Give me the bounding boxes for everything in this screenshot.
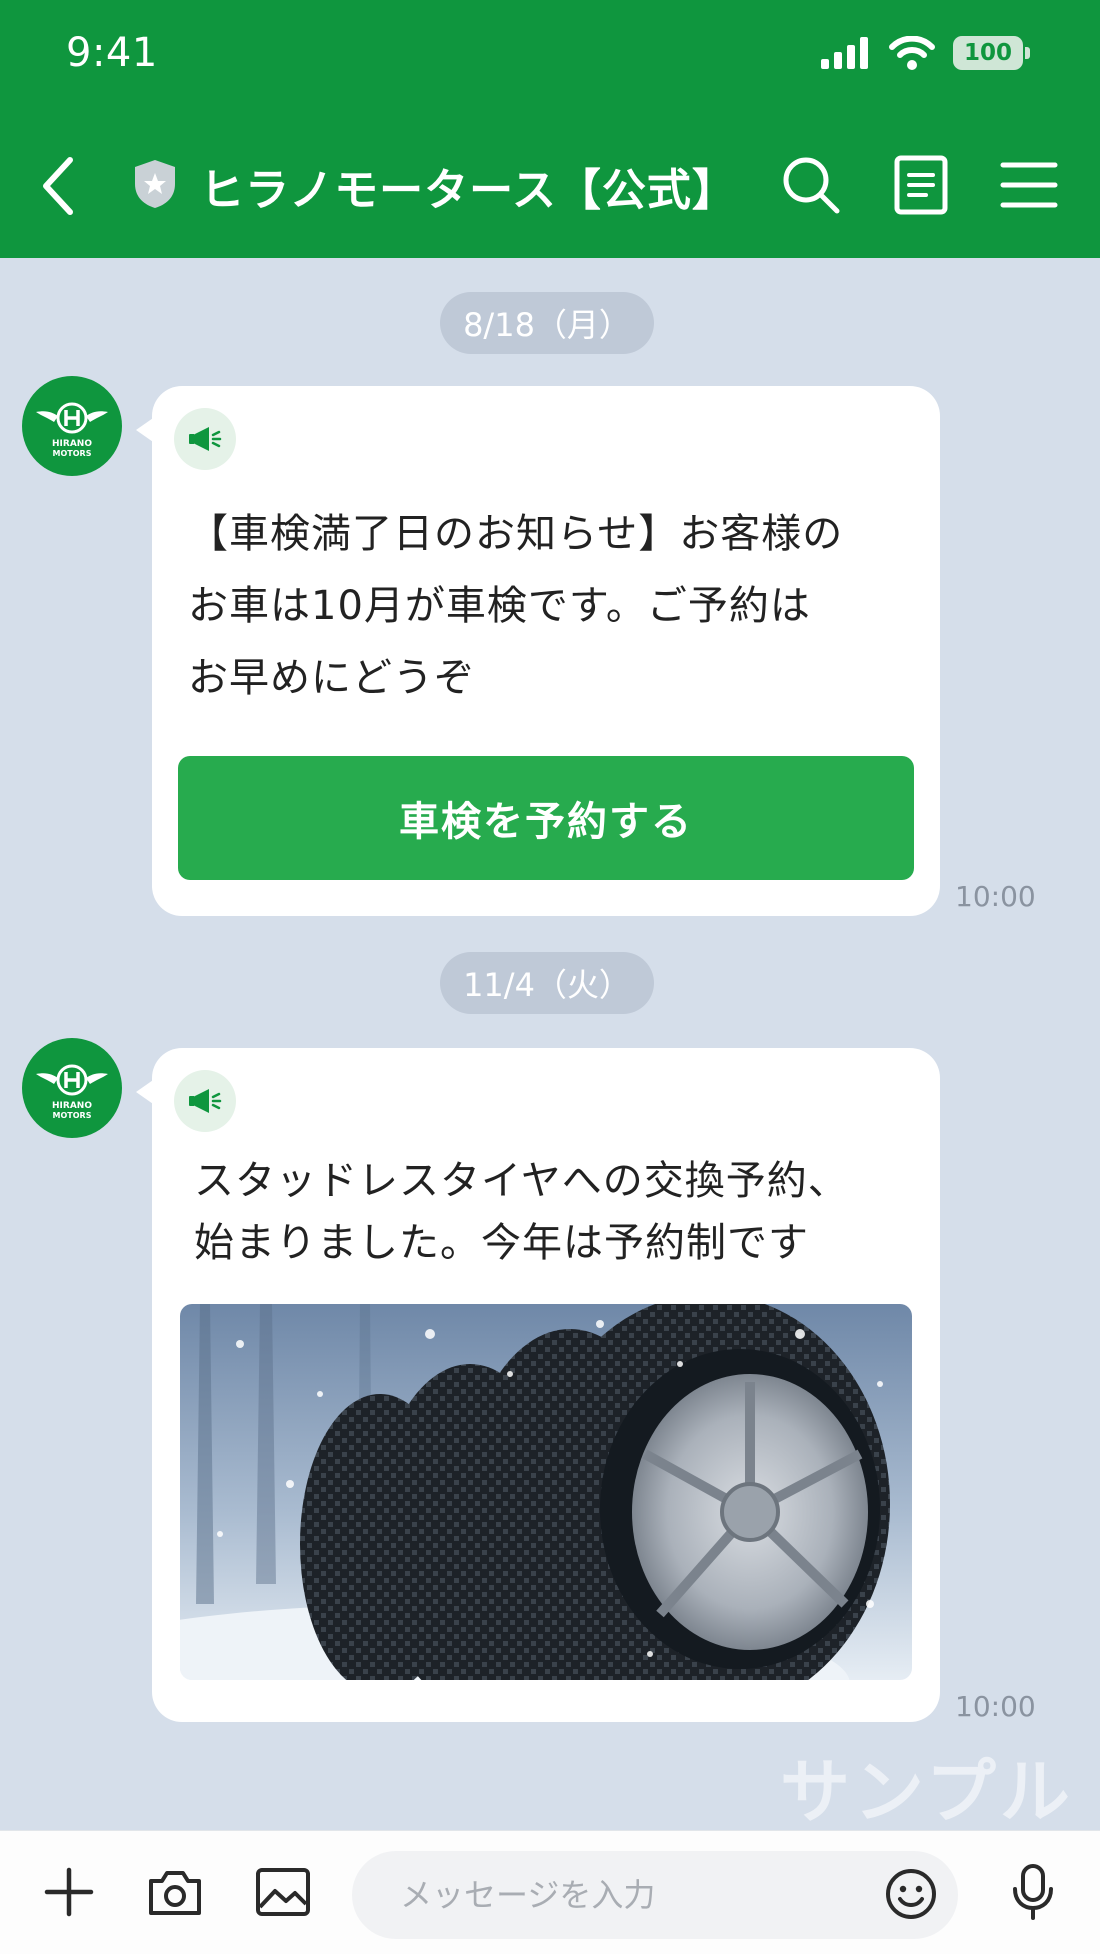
input-bar	[0, 1830, 1100, 1954]
emoji-icon	[886, 1869, 936, 1919]
battery-level: 100	[953, 36, 1023, 70]
megaphone-icon	[189, 1089, 222, 1113]
message-bubble: スタッドレスタイヤへの交換予約、 始まりました。今年は予約制です	[136, 1048, 940, 1722]
notes-button[interactable]	[888, 152, 954, 218]
hirano-motors-logo: HIRANO MOTORS	[36, 1064, 108, 1120]
plus-icon	[44, 1867, 94, 1917]
hirano-motors-logo: HIRANO MOTORS	[36, 402, 108, 458]
announcement-badge	[174, 408, 236, 470]
winter-tires-photo[interactable]	[180, 1304, 912, 1680]
mic-button[interactable]	[1000, 1859, 1066, 1925]
chat-title: ヒラノモータース【公式】	[200, 165, 737, 216]
image-button[interactable]	[250, 1859, 316, 1925]
date-separator: 11/4（火）	[440, 952, 654, 1014]
megaphone-icon	[189, 427, 222, 451]
avatar[interactable]: HIRANO MOTORS	[22, 376, 122, 476]
message-line: お車は10月が車検です。ご予約は	[188, 583, 811, 629]
plus-button[interactable]	[36, 1859, 102, 1925]
nav-row: ヒラノモータース【公式】	[0, 140, 1100, 230]
message-time: 10:00	[955, 1690, 1036, 1723]
menu-icon	[1000, 162, 1058, 208]
back-button[interactable]	[28, 146, 88, 226]
emoji-button[interactable]	[880, 1863, 942, 1925]
sample-watermark: サンプル	[780, 1751, 1074, 1833]
message-line: スタッドレスタイヤへの交換予約、	[194, 1158, 849, 1204]
avatar[interactable]: HIRANO MOTORS	[22, 1038, 122, 1138]
message-text: スタッドレスタイヤへの交換予約、 始まりました。今年は予約制です	[194, 1150, 849, 1274]
message-line: 始まりました。今年は予約制です	[194, 1220, 809, 1266]
message-bubble: 【車検満了日のお知らせ】お客様の お車は10月が車検です。ご予約は お早めにどう…	[136, 386, 940, 916]
announcement-badge	[174, 1070, 236, 1132]
battery-indicator: 100	[953, 36, 1030, 70]
wifi-icon	[889, 36, 935, 70]
book-inspection-button[interactable]: 車検を予約する	[178, 756, 914, 880]
message-line: 【車検満了日のお知らせ】お客様の	[188, 511, 844, 557]
camera-button[interactable]	[142, 1859, 208, 1925]
message-input[interactable]	[352, 1851, 958, 1939]
signal-icon	[821, 37, 868, 69]
search-icon	[783, 157, 840, 214]
app-header: 9:41 100 ヒラノモータース【公式】	[0, 0, 1100, 258]
camera-icon	[149, 1871, 201, 1915]
mic-icon	[1013, 1864, 1053, 1920]
svg-text:MOTORS: MOTORS	[53, 1111, 92, 1120]
notes-icon	[894, 155, 948, 215]
chevron-left-icon	[43, 157, 73, 215]
image-icon	[256, 1868, 310, 1916]
shield-icon	[135, 160, 175, 208]
svg-text:HIRANO: HIRANO	[52, 439, 92, 449]
message-line: お早めにどうぞ	[188, 655, 475, 701]
svg-text:MOTORS: MOTORS	[53, 449, 92, 458]
date-separator: 8/18（月）	[440, 292, 654, 354]
message-text: 【車検満了日のお知らせ】お客様の お車は10月が車検です。ご予約は お早めにどう…	[188, 498, 843, 714]
status-icons: 100	[821, 36, 1030, 70]
svg-text:HIRANO: HIRANO	[52, 1101, 92, 1111]
status-time: 9:41	[66, 30, 158, 76]
search-button[interactable]	[778, 152, 844, 218]
menu-button[interactable]	[996, 152, 1062, 218]
message-time: 10:00	[955, 880, 1036, 913]
